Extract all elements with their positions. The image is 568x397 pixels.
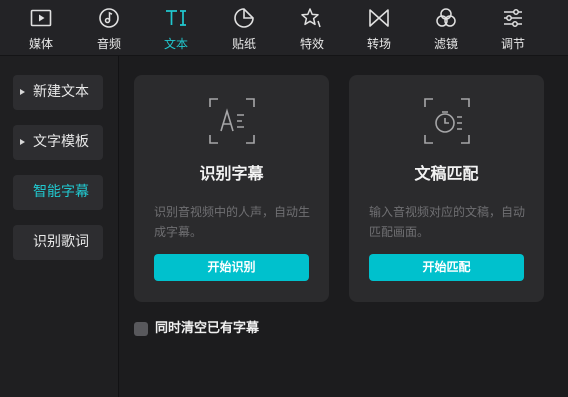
tool-label: 转场	[366, 37, 391, 51]
media-icon	[30, 9, 52, 27]
tool-media[interactable]: 媒体	[11, 0, 71, 55]
text-category-sidebar: 新建文本 文字模板 智能字幕 识别歌词	[0, 56, 119, 397]
tool-label: 滤镜	[433, 37, 458, 51]
script-match-card: 文稿匹配 输入音视频对应的文稿，自动匹配画面。 开始匹配	[349, 75, 544, 302]
card-title: 识别字幕	[199, 164, 264, 183]
transition-icon	[369, 9, 389, 27]
tool-label: 音频	[96, 37, 121, 51]
tool-label: 媒体	[28, 37, 53, 51]
tool-filter[interactable]: 滤镜	[416, 0, 476, 55]
card-description: 识别音视频中的人声，自动生成字幕。	[154, 205, 311, 239]
audio-icon	[99, 8, 119, 28]
top-toolbar: 媒体 音频 文本 贴纸 特效 转场 滤镜 调节	[0, 0, 568, 56]
tool-label: 调节	[500, 37, 525, 51]
expand-arrow-icon	[20, 89, 25, 95]
start-matching-button[interactable]: 开始匹配	[369, 254, 524, 281]
speech-recognition-icon	[209, 98, 255, 144]
sidebar-item-new-text[interactable]: 新建文本	[13, 75, 103, 110]
start-recognition-button[interactable]: 开始识别	[154, 254, 309, 281]
sidebar-item-label: 新建文本	[33, 84, 89, 100]
tool-label: 特效	[299, 37, 324, 51]
clear-existing-label: 同时清空已有字幕	[155, 321, 260, 336]
recognize-captions-card: 识别字幕 识别音视频中的人声，自动生成字幕。 开始识别	[134, 75, 329, 302]
tool-audio[interactable]: 音频	[79, 0, 139, 55]
card-description: 输入音视频对应的文稿，自动匹配画面。	[369, 205, 526, 239]
sidebar-item-label: 智能字幕	[33, 184, 89, 200]
tool-effects[interactable]: 特效	[282, 0, 342, 55]
expand-arrow-icon	[20, 139, 25, 145]
tool-sticker[interactable]: 贴纸	[214, 0, 274, 55]
filter-icon	[436, 8, 456, 27]
sticker-icon	[234, 8, 254, 28]
text-icon	[166, 10, 186, 26]
tool-adjust[interactable]: 调节	[483, 0, 543, 55]
sidebar-item-recognize-lyrics[interactable]: 识别歌词	[13, 225, 103, 260]
sidebar-item-smart-captions[interactable]: 智能字幕	[13, 175, 103, 210]
tool-label: 贴纸	[231, 37, 256, 51]
card-title: 文稿匹配	[414, 164, 479, 183]
tool-label: 文本	[163, 37, 188, 51]
sidebar-item-label: 识别歌词	[33, 234, 89, 250]
sidebar-item-text-template[interactable]: 文字模板	[13, 125, 103, 160]
effects-icon	[301, 8, 321, 28]
tool-transition[interactable]: 转场	[349, 0, 409, 55]
adjust-icon	[504, 9, 522, 27]
tool-text[interactable]: 文本	[146, 0, 206, 55]
script-match-icon	[424, 98, 470, 144]
sidebar-item-label: 文字模板	[33, 134, 89, 150]
clear-existing-checkbox[interactable]	[134, 322, 148, 336]
